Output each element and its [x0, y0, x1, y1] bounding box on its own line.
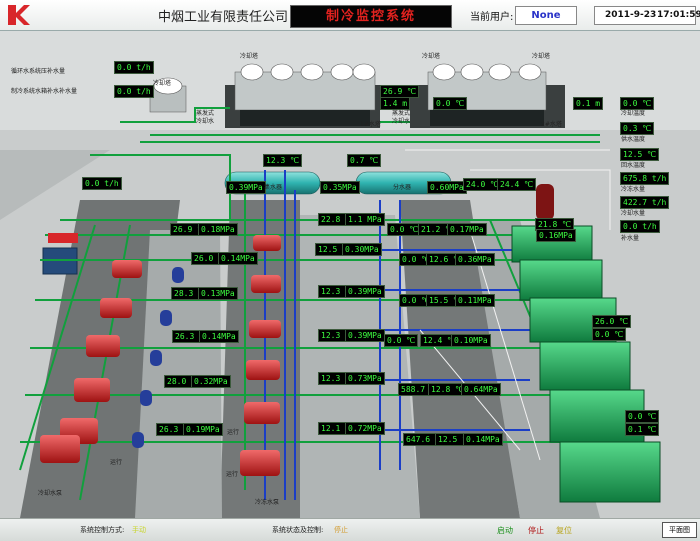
sensor-readout: 0.73MPa: [345, 372, 385, 385]
cooling-tower-group-2: [427, 63, 547, 126]
equipment-label: 冷冻水量: [621, 186, 646, 193]
equipment-label: 冷却塔: [532, 53, 551, 60]
equipment-label: 冷却塔: [422, 53, 441, 60]
control-mode-value: 手动: [132, 526, 146, 534]
sensor-readout: 0.0 ℃: [433, 97, 468, 110]
equipment-label: 1#水塔: [360, 121, 381, 128]
equipment-label: 冷冻水泵: [255, 499, 280, 506]
footer-bar: 系统控制方式: 手动 系统状态及控制: 停止 启动 停止 复位 平面图: [0, 518, 700, 541]
sensor-readout: 0.39MPa: [345, 285, 385, 298]
company-name: 中烟工业有限责任公司: [158, 10, 289, 25]
date-text: 2011-9-23: [605, 10, 657, 20]
sensor-readout: 0.1 ℃: [625, 423, 660, 436]
sensor-readout: 0.39MPa: [345, 329, 385, 342]
sensor-readout: 0.36MPa: [455, 253, 495, 266]
equipment-label: 运行: [227, 429, 240, 436]
equipment-label: 2#水塔: [541, 121, 562, 128]
equipment-label: 冷却温度: [621, 110, 646, 117]
plant-scene: 0.0 t/h 0.0 t/h 26.9 ℃ 1.4 m 0.0 ℃ 0.1 m 0.0 ℃…: [0, 30, 700, 518]
sensor-readout: 0.0 ℃: [625, 410, 660, 423]
equipment-label: 补水量: [621, 235, 640, 242]
equipment-label: 运行: [110, 459, 123, 466]
equipment-label: 冷却水: [392, 118, 411, 125]
start-button[interactable]: 启动: [497, 525, 513, 536]
stop-button[interactable]: 停止: [528, 525, 544, 536]
current-user-value[interactable]: None: [515, 6, 577, 25]
sensor-readout: 26.0 ℃: [592, 315, 632, 328]
sensor-readout: 0.14MPa: [199, 330, 239, 343]
equipment-label: 循环水系统压补水量: [11, 68, 66, 75]
sensor-readout: 0.39MPa: [226, 181, 266, 194]
sensor-readout: 0.0 t/h: [114, 85, 154, 98]
sensor-readout: 0.1 m: [573, 97, 604, 110]
equipment-label: 冷却水量: [621, 210, 646, 217]
equipment-label: 冷却水: [196, 118, 215, 125]
sensor-readout: 0.35MPa: [320, 181, 360, 194]
system-title: 制冷监控系统: [290, 5, 452, 28]
system-status-label: 系统状态及控制:: [272, 526, 324, 534]
sensor-readout: 0.64MPa: [461, 383, 501, 396]
sensor-readout: 0.17MPa: [447, 223, 487, 236]
equipment-label: 冷却塔: [240, 53, 259, 60]
sensor-readout: 0.72MPa: [345, 422, 385, 435]
sensor-readout: 0.0 t/h: [620, 220, 660, 233]
sensor-readout: 12.3 ℃: [263, 154, 303, 167]
sensor-readout: 0.14MPa: [463, 433, 503, 446]
header-bar: 中烟工业有限责任公司 制冷监控系统 当前用户: None 2011-9-23 1…: [0, 0, 700, 31]
sensor-readout: 0.16MPa: [536, 229, 576, 242]
equipment-label: 运行: [226, 471, 239, 478]
equipment-label: 分水器: [393, 184, 412, 191]
sensor-readout: 0.0 t/h: [82, 177, 122, 190]
company-logo-icon: [8, 5, 30, 25]
sensor-readout: 0.18MPa: [198, 223, 238, 236]
sensor-readout: 0.11MPa: [455, 294, 495, 307]
time-text: 17:01:59: [657, 10, 700, 20]
sensor-readout: 0.7 ℃: [347, 154, 382, 167]
equipment-label: 回水温度: [621, 162, 646, 169]
sensor-readout: 24.4 ℃: [497, 178, 537, 191]
floor-plan-button[interactable]: 平面图: [662, 522, 697, 538]
equipment-label: 冷却水泵: [38, 490, 63, 497]
sensor-readout: 0.60MPa: [427, 181, 467, 194]
equipment-label: 制冷系统水箱补水补水量: [11, 88, 78, 95]
current-user-label: 当前用户:: [470, 12, 514, 23]
sensor-readout: 0.0 t/h: [114, 61, 154, 74]
sensor-readout: 0.0 ℃: [387, 223, 422, 236]
sensor-readout: 0.14MPa: [218, 252, 258, 265]
sensor-readout: 0.10MPa: [451, 334, 491, 347]
system-status-value: 停止: [334, 526, 348, 534]
equipment-label: 冷却塔: [153, 80, 172, 87]
sensor-readout: 0.30MPa: [342, 243, 382, 256]
sensor-readout: 0.32MPa: [191, 375, 231, 388]
equipment-label: 供水温度: [621, 136, 646, 143]
sensor-readout: 0.0 ℃: [384, 334, 419, 347]
sensor-readout: 1.1 MPa: [345, 213, 385, 226]
sensor-readout: 0.19MPa: [183, 423, 223, 436]
sensor-readout: 0.13MPa: [198, 287, 238, 300]
datetime-display: 2011-9-23 17:01:59: [594, 6, 700, 25]
expansion-tank: [536, 184, 554, 220]
cooling-tower-group-1: [234, 63, 376, 126]
control-mode-label: 系统控制方式:: [80, 526, 125, 534]
reset-button[interactable]: 复位: [556, 525, 572, 536]
sensor-readout: 0.0 ℃: [592, 328, 627, 341]
equipment-label: 集水器: [264, 184, 283, 191]
